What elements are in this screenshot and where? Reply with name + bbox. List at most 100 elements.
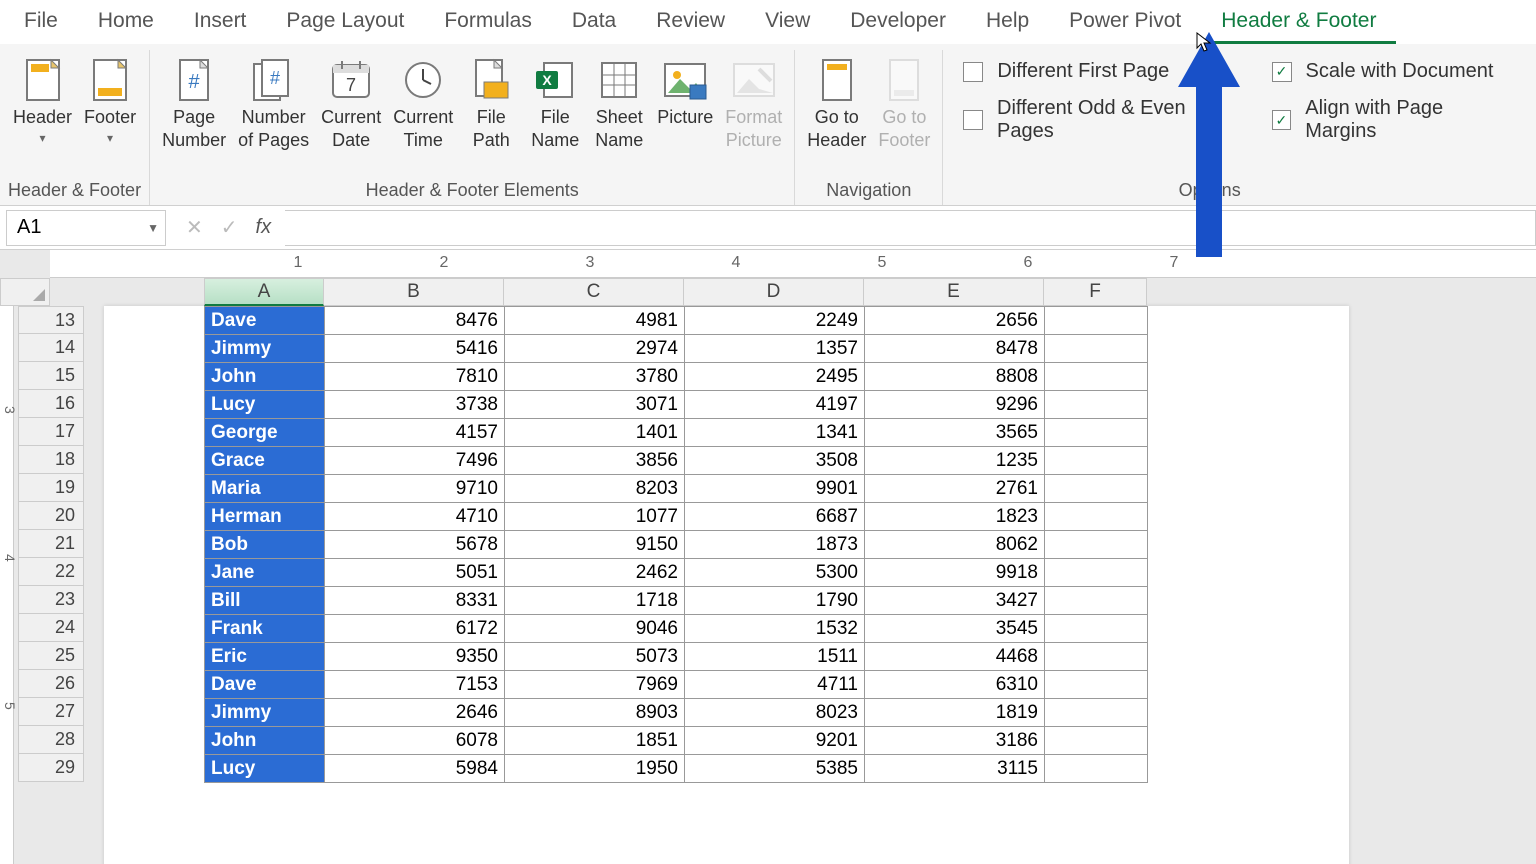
tab-review[interactable]: Review xyxy=(636,1,745,44)
cell[interactable]: 1790 xyxy=(685,587,865,615)
cell[interactable]: 2495 xyxy=(685,363,865,391)
cell[interactable] xyxy=(1045,391,1148,419)
cell[interactable]: 1235 xyxy=(865,447,1045,475)
tab-developer[interactable]: Developer xyxy=(830,1,966,44)
cell[interactable]: 3115 xyxy=(865,755,1045,783)
scale-with-document-checkbox[interactable]: ✓Scale with Document xyxy=(1272,60,1516,83)
cell[interactable] xyxy=(1045,335,1148,363)
cell[interactable]: 1077 xyxy=(505,503,685,531)
table-row[interactable]: John7810378024958808 xyxy=(205,363,1148,391)
cell[interactable]: 1823 xyxy=(865,503,1045,531)
cell[interactable]: 9710 xyxy=(325,475,505,503)
name-box[interactable]: A1 ▼ xyxy=(6,210,166,246)
cell[interactable]: 2249 xyxy=(685,307,865,335)
formula-input[interactable] xyxy=(285,210,1536,246)
cell[interactable]: Maria xyxy=(205,475,325,503)
cell[interactable]: 1873 xyxy=(685,531,865,559)
cell[interactable]: John xyxy=(205,363,325,391)
cell[interactable]: John xyxy=(205,727,325,755)
cell[interactable]: 8903 xyxy=(505,699,685,727)
table-row[interactable]: Dave7153796947116310 xyxy=(205,671,1148,699)
cell[interactable] xyxy=(1045,307,1148,335)
column-header-a[interactable]: A xyxy=(204,278,324,306)
cell[interactable]: 4197 xyxy=(685,391,865,419)
cell[interactable]: 5073 xyxy=(505,643,685,671)
cell[interactable]: 2656 xyxy=(865,307,1045,335)
cell[interactable]: 2646 xyxy=(325,699,505,727)
different-odd-even-checkbox[interactable]: Different Odd & Even Pages xyxy=(963,97,1243,143)
tab-page-layout[interactable]: Page Layout xyxy=(266,1,424,44)
cell[interactable]: Grace xyxy=(205,447,325,475)
cell[interactable]: 8808 xyxy=(865,363,1045,391)
cell[interactable]: 3738 xyxy=(325,391,505,419)
row-header[interactable]: 29 xyxy=(18,754,84,782)
row-header[interactable]: 28 xyxy=(18,726,84,754)
tab-header-footer[interactable]: Header & Footer xyxy=(1201,1,1396,44)
different-first-page-checkbox[interactable]: Different First Page xyxy=(963,60,1243,83)
cell[interactable]: 5984 xyxy=(325,755,505,783)
cell[interactable]: 7153 xyxy=(325,671,505,699)
cell[interactable]: 8478 xyxy=(865,335,1045,363)
cell[interactable]: 5385 xyxy=(685,755,865,783)
table-row[interactable]: Eric9350507315114468 xyxy=(205,643,1148,671)
row-header[interactable]: 25 xyxy=(18,642,84,670)
row-header[interactable]: 14 xyxy=(18,334,84,362)
cell[interactable]: 1819 xyxy=(865,699,1045,727)
cell[interactable]: 9296 xyxy=(865,391,1045,419)
cell[interactable]: 8062 xyxy=(865,531,1045,559)
cell[interactable]: Bob xyxy=(205,531,325,559)
cell[interactable]: 9046 xyxy=(505,615,685,643)
table-row[interactable]: Maria9710820399012761 xyxy=(205,475,1148,503)
table-row[interactable]: Jimmy5416297413578478 xyxy=(205,335,1148,363)
table-row[interactable]: Lucy3738307141979296 xyxy=(205,391,1148,419)
column-header-e[interactable]: E xyxy=(864,278,1044,306)
row-header[interactable]: 24 xyxy=(18,614,84,642)
row-header[interactable]: 19 xyxy=(18,474,84,502)
cell[interactable]: 5678 xyxy=(325,531,505,559)
cell[interactable]: 4157 xyxy=(325,419,505,447)
row-header[interactable]: 18 xyxy=(18,446,84,474)
cell[interactable]: 9918 xyxy=(865,559,1045,587)
cell[interactable]: 8476 xyxy=(325,307,505,335)
cell[interactable] xyxy=(1045,699,1148,727)
cell[interactable]: 2761 xyxy=(865,475,1045,503)
cell[interactable]: 3071 xyxy=(505,391,685,419)
sheet-name-button[interactable]: SheetName xyxy=(589,54,649,153)
current-time-button[interactable]: CurrentTime xyxy=(389,54,457,153)
row-header[interactable]: 15 xyxy=(18,362,84,390)
cell[interactable]: Jimmy xyxy=(205,335,325,363)
table-row[interactable]: Herman4710107766871823 xyxy=(205,503,1148,531)
row-header[interactable]: 17 xyxy=(18,418,84,446)
cell[interactable]: 3427 xyxy=(865,587,1045,615)
cell[interactable]: 4711 xyxy=(685,671,865,699)
tab-home[interactable]: Home xyxy=(78,1,174,44)
table-row[interactable]: George4157140113413565 xyxy=(205,419,1148,447)
cell[interactable]: Herman xyxy=(205,503,325,531)
go-to-header-button[interactable]: Go toHeader xyxy=(803,54,870,153)
cell[interactable]: 1532 xyxy=(685,615,865,643)
tab-file[interactable]: File xyxy=(18,1,78,44)
column-header-b[interactable]: B xyxy=(324,278,504,306)
table-row[interactable]: Lucy5984195053853115 xyxy=(205,755,1148,783)
cell[interactable]: Dave xyxy=(205,307,325,335)
cell[interactable]: 8331 xyxy=(325,587,505,615)
cell[interactable]: 7810 xyxy=(325,363,505,391)
cell[interactable]: 3780 xyxy=(505,363,685,391)
cell[interactable]: 3545 xyxy=(865,615,1045,643)
cell[interactable]: Lucy xyxy=(205,391,325,419)
cell[interactable]: 4468 xyxy=(865,643,1045,671)
cell[interactable]: 5051 xyxy=(325,559,505,587)
select-all-triangle[interactable] xyxy=(0,278,50,306)
cell[interactable]: 4710 xyxy=(325,503,505,531)
row-header[interactable]: 16 xyxy=(18,390,84,418)
cell[interactable] xyxy=(1045,447,1148,475)
cell[interactable]: 8023 xyxy=(685,699,865,727)
cell[interactable]: 6172 xyxy=(325,615,505,643)
cell[interactable] xyxy=(1045,475,1148,503)
cell[interactable]: 4981 xyxy=(505,307,685,335)
cell[interactable]: 1851 xyxy=(505,727,685,755)
tab-power-pivot[interactable]: Power Pivot xyxy=(1049,1,1201,44)
cell[interactable] xyxy=(1045,615,1148,643)
column-header-f[interactable]: F xyxy=(1044,278,1147,306)
tab-help[interactable]: Help xyxy=(966,1,1049,44)
